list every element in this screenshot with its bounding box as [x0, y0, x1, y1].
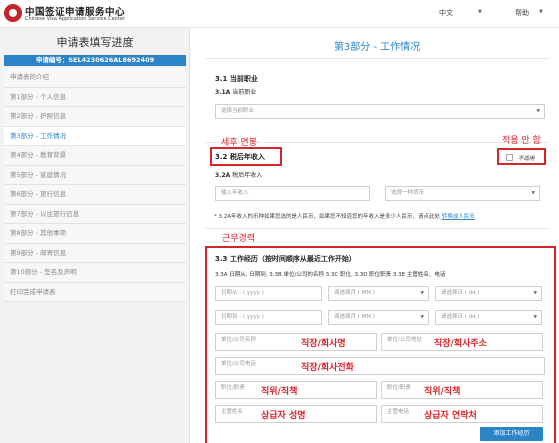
sidebar-item-part9[interactable]: 第9部分 - 邮寄信息 — [4, 243, 186, 263]
annotation-duty: 직위/직책 — [424, 387, 461, 397]
chevron-down-icon[interactable]: ▼ — [478, 9, 482, 15]
main-content: 第3部分 - 工作情况 3.1 当前职业 3.1A 当前职业 选择当前职业 ▼ … — [195, 28, 559, 443]
annotation-work-history: 근무경력 — [222, 234, 256, 244]
occupation-sub-text: 当前职业 — [232, 89, 257, 96]
logo-emblem — [4, 4, 22, 22]
language-selector[interactable]: 中文 — [439, 8, 453, 18]
occupation-sublabel: 3.1A 当前职业 — [215, 87, 256, 96]
date-from-day-select[interactable]: 请选择日 ( dd ) ▼ — [435, 286, 542, 301]
annotation-company-phone: 직장/회사전화 — [301, 363, 354, 373]
annotation-company-name: 직장/회사명 — [301, 339, 346, 349]
sidebar-item-part4[interactable]: 第4部分 - 教育背景 — [4, 146, 186, 166]
annotation-position: 직위/직책 — [261, 387, 298, 397]
annotation-supervisor-phone: 상급자 연락처 — [424, 411, 477, 421]
date-to-placeholder: 日期到 - ( yyyy ) — [221, 314, 264, 320]
supervisor-name-placeholder: 主管姓名 — [221, 409, 244, 415]
convert-rmb-link[interactable]: 转换成人民币 — [442, 214, 475, 220]
date-to-day-select[interactable]: 请选择日 ( dd ) ▼ — [435, 310, 542, 325]
work-history-heading: 3.3 工作经历（按时间顺序从最近工作开始） — [215, 255, 356, 263]
annual-income-input[interactable]: 输入年收入 — [215, 186, 370, 201]
chevron-down-icon: ▼ — [420, 291, 424, 296]
not-applicable-label: 不适用 — [518, 156, 535, 162]
section-divider — [205, 228, 550, 229]
chevron-down-icon: ▼ — [533, 291, 537, 296]
sidebar-title: 申请表填写进度 — [56, 36, 134, 49]
sidebar-item-part3[interactable]: 第3部分 - 工作情况 — [4, 126, 186, 146]
income-sub-code: 3.2A — [215, 172, 231, 179]
work-history-legend: 3.3A 日期从, 日期到, 3.3B 单位/公司的名称 3.3C 职位, 3.… — [215, 272, 446, 278]
annotation-company-address: 직장/회사주소 — [434, 339, 487, 349]
sidebar-item-intro[interactable]: 申请表的介绍 — [4, 68, 186, 88]
date-from-month-select[interactable]: 请选择月 ( MM ) ▼ — [328, 286, 429, 301]
sidebar-item-print[interactable]: 打印完成申请表 — [4, 282, 186, 302]
day-placeholder: 请选择日 ( dd ) — [441, 314, 480, 320]
duty-input[interactable]: 职位/职责 — [381, 381, 543, 399]
occupation-select[interactable]: 选择当前职业 ▼ — [215, 104, 545, 119]
page-title: 第3部分 - 工作情况 — [333, 42, 421, 53]
sidebar-item-part10[interactable]: 第10部分 - 签名及声明 — [4, 263, 186, 283]
company-phone-placeholder: 单位/公司电话 — [221, 361, 256, 367]
help-menu[interactable]: 帮助 — [515, 8, 529, 18]
day-placeholder: 请选择日 ( dd ) — [441, 290, 480, 296]
sidebar-item-part8[interactable]: 第8部分 - 其他事项 — [4, 224, 186, 244]
date-to-month-select[interactable]: 请选择月 ( MM ) ▼ — [328, 310, 429, 325]
currency-select[interactable]: 选择一种货币 ▼ — [385, 186, 540, 201]
chevron-down-icon: ▼ — [533, 315, 537, 320]
chevron-down-icon: ▼ — [536, 109, 540, 114]
company-name-placeholder: 单位/公司名称 — [221, 337, 256, 343]
occupation-sub-code: 3.1A — [215, 89, 231, 96]
chevron-down-icon[interactable]: ▼ — [539, 9, 543, 15]
income-sub-text: 税后年收入 — [232, 172, 263, 179]
annotation-not-applicable: 적용 안 함 — [502, 136, 541, 146]
duty-placeholder: 职位/职责 — [387, 385, 411, 391]
chevron-down-icon: ▼ — [531, 191, 535, 196]
section-list: 申请表的介绍 第1部分 - 个人信息 第2部分 - 护照信息 第3部分 - 工作… — [4, 68, 186, 302]
annual-income-placeholder: 输入年收入 — [221, 190, 249, 196]
currency-note-text: * 3.2A年收入的币种如果您选的是人民币，如果您不知道您的年收入是多少人民币，… — [214, 214, 441, 220]
income-sublabel: 3.2A 税后年收入 — [215, 170, 262, 179]
title-divider — [205, 58, 550, 59]
chevron-down-icon: ▼ — [420, 315, 424, 320]
currency-placeholder: 选择一种货币 — [391, 190, 425, 196]
currency-note: * 3.2A年收入的币种如果您选的是人民币，如果您不知道您的年收入是多少人民币，… — [214, 212, 475, 220]
supervisor-phone-placeholder: 主管电话 — [387, 409, 410, 415]
month-placeholder: 请选择月 ( MM ) — [334, 314, 376, 320]
income-heading: 3.2 税后年收入 — [215, 153, 265, 161]
date-from-placeholder: 日期从 - ( yyyy ) — [221, 290, 264, 296]
not-applicable-checkbox[interactable] — [506, 154, 513, 161]
sidebar-item-part5[interactable]: 第5部分 - 家庭情况 — [4, 165, 186, 185]
position-placeholder: 职位/职责 — [221, 385, 245, 391]
month-placeholder: 请选择月 ( MM ) — [334, 290, 376, 296]
company-address-placeholder: 单位/公司地址 — [387, 337, 422, 343]
annotation-supervisor-name: 상급자 성명 — [261, 411, 306, 421]
company-name-input[interactable]: 单位/公司名称 — [215, 333, 377, 351]
sidebar-item-part1[interactable]: 第1部分 - 个人信息 — [4, 87, 186, 107]
add-work-history-button[interactable]: 添加工作经历 — [480, 427, 543, 441]
logo-english-text: Chinese Visa Application Service Center — [25, 16, 125, 22]
sidebar-item-part2[interactable]: 第2部分 - 护照信息 — [4, 107, 186, 127]
progress-sidebar: 申请表填写进度 申请编号：SEL4230626AL8692409 申请表的介绍 … — [0, 28, 190, 443]
top-header: 中国签证申请服务中心 Chinese Visa Application Serv… — [0, 0, 559, 28]
date-to-year-input[interactable]: 日期到 - ( yyyy ) — [215, 310, 322, 325]
company-phone-input[interactable]: 单位/公司电话 — [215, 357, 545, 375]
sidebar-item-part7[interactable]: 第7部分 - 以往旅行信息 — [4, 204, 186, 224]
occupation-placeholder: 选择当前职业 — [221, 108, 255, 114]
date-from-year-input[interactable]: 日期从 - ( yyyy ) — [215, 286, 322, 301]
occupation-heading: 3.1 当前职业 — [215, 75, 258, 83]
application-number: 申请编号：SEL4230626AL8692409 — [4, 55, 186, 66]
sidebar-item-part6[interactable]: 第6部分 - 旅行信息 — [4, 185, 186, 205]
